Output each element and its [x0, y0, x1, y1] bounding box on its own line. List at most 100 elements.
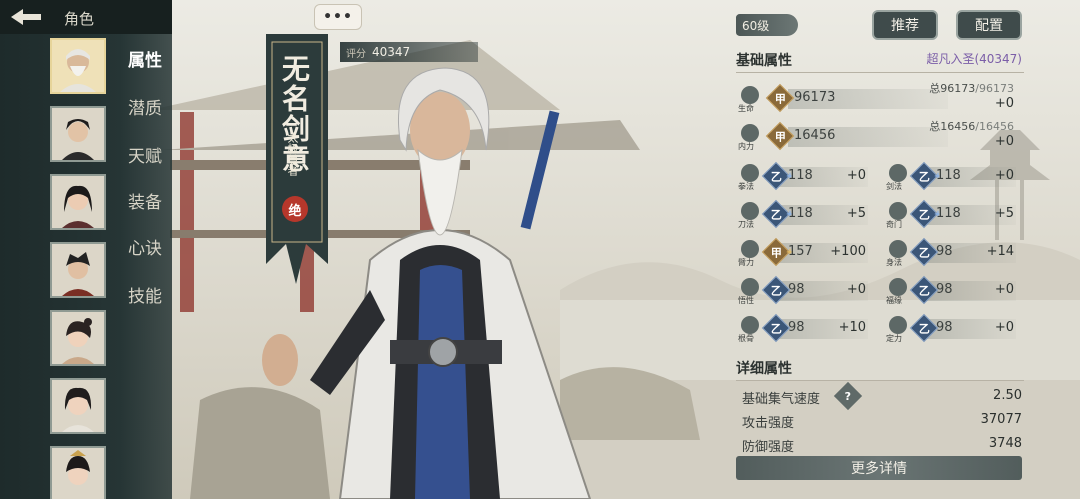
stat-value: 98	[936, 282, 953, 297]
stat-delta: +0	[846, 282, 866, 297]
dingli-icon: 定力	[886, 316, 912, 344]
stat-dingli: 定力 乙 98 +0	[884, 312, 1024, 348]
score-bar: 评分 40347	[340, 42, 478, 62]
detail-name: 攻击强度	[742, 416, 795, 431]
stat-delta: +0	[994, 320, 1014, 335]
bili-icon: 臂力	[738, 240, 764, 268]
score-value: 40347	[372, 45, 411, 59]
neili-total: 总16456/16456	[929, 120, 1014, 133]
basic-attributes-title: 基础属性	[736, 53, 792, 69]
stat-bili: 臂力 甲 + 157 +100	[736, 236, 876, 272]
maiden-portrait-icon	[52, 312, 104, 364]
young-swordsman-portrait-icon	[52, 108, 104, 160]
menu-item-potential[interactable]: 潜质	[128, 94, 162, 119]
stat-value: 118	[788, 168, 813, 183]
stat-delta: +100	[830, 244, 866, 259]
stat-wuxing: 悟性 乙 98 +0	[736, 274, 876, 310]
quanfa-icon: 拳法	[738, 164, 764, 192]
ellipsis-icon: •••	[323, 9, 353, 25]
menu-item-mind-art[interactable]: 心诀	[128, 234, 162, 259]
lady-portrait-icon	[52, 380, 104, 432]
jianfa-icon: 剑法	[886, 164, 912, 192]
female-swordswoman-portrait-icon	[52, 176, 104, 228]
portrait-young-swordsman[interactable]	[50, 106, 106, 162]
detail-value: 2.50	[993, 388, 1022, 403]
stat-quanfa: 拳法 乙 + 118 +0	[736, 160, 876, 196]
neili-row: 内力 甲 16456 总16456/16456 +0	[736, 120, 1024, 156]
attribute-panel: 60级 推荐 配置 基础属性 超凡入圣(40347) 生命 甲 96173 总9…	[732, 10, 1032, 495]
detail-value: 37077	[980, 412, 1022, 427]
qimen-icon: 奇门	[886, 202, 912, 230]
old-master-portrait-icon	[52, 40, 104, 92]
stat-daofa: 刀法 乙 + 118 +5	[736, 198, 876, 234]
menu-item-attributes[interactable]: 属性	[128, 46, 162, 71]
detail-row-charge-speed: 基础集气速度 ? 2.50	[742, 381, 1022, 411]
stat-fuyuan: 福缘 乙 98 +0	[884, 274, 1024, 310]
name-banner-text: 无名剑意 太极尊者 绝	[266, 34, 328, 284]
portrait-lady[interactable]	[50, 378, 106, 434]
princess-portrait-icon	[52, 448, 104, 499]
shenfa-icon: 身法	[886, 240, 912, 268]
detail-attributes-title: 详细属性	[736, 361, 792, 377]
stat-value: 118	[788, 206, 813, 221]
help-icon[interactable]: ?	[833, 381, 863, 411]
portrait-princess[interactable]	[50, 446, 106, 499]
portrait-female-swordswoman[interactable]	[50, 174, 106, 230]
portrait-young-fighter[interactable]	[50, 242, 106, 298]
menu-item-talent[interactable]: 天赋	[128, 142, 162, 167]
stat-qimen: 奇门 乙 + 118 +5	[884, 198, 1024, 234]
screen-title: 角色	[64, 10, 95, 28]
stat-delta: +14	[986, 244, 1014, 259]
stat-delta: +10	[838, 320, 866, 335]
tier-badge: 绝	[282, 196, 308, 222]
portrait-maiden[interactable]	[50, 310, 106, 366]
level-badge: 60级	[736, 14, 798, 36]
hp-row: 生命 甲 96173 总96173/96173 +0	[736, 82, 1024, 118]
young-fighter-portrait-icon	[52, 244, 104, 296]
stat-value: 98	[936, 320, 953, 335]
score-label: 评分	[346, 48, 366, 60]
hp-icon: 生命	[738, 86, 764, 114]
character-title: 太极尊者	[286, 132, 299, 176]
detail-value: 3748	[988, 436, 1022, 451]
stat-jianfa: 剑法 乙 + 118 +0	[884, 160, 1024, 196]
more-details-button[interactable]: 更多详情	[736, 456, 1022, 480]
stat-shenfa: 身法 乙 98 +14	[884, 236, 1024, 272]
fuyuan-icon: 福缘	[886, 278, 912, 306]
neili-value: 16456	[794, 128, 836, 143]
detail-name: 防御强度	[742, 440, 795, 455]
realm-label: 超凡入圣(40347)	[926, 52, 1022, 66]
detail-row-attack: 攻击强度 37077	[742, 410, 1022, 432]
hp-total: 总96173/96173	[929, 82, 1014, 95]
stat-value: 118	[936, 206, 961, 221]
top-bar: 角色	[0, 0, 172, 34]
config-button[interactable]: 配置	[956, 10, 1022, 40]
menu-item-equipment[interactable]: 装备	[128, 188, 162, 213]
stat-value: 98	[936, 244, 953, 259]
stat-value: 98	[788, 282, 805, 297]
divider	[736, 72, 1024, 73]
stat-value: 157	[788, 244, 813, 259]
menu-item-skills[interactable]: 技能	[128, 282, 162, 307]
recommend-button[interactable]: 推荐	[872, 10, 938, 40]
stat-delta: +0	[846, 168, 866, 183]
hp-delta: +0	[994, 96, 1014, 111]
stat-value: 98	[788, 320, 805, 335]
hp-value: 96173	[794, 90, 836, 105]
back-button[interactable]	[6, 4, 46, 30]
level-text: 60级	[742, 18, 770, 33]
more-options-button[interactable]: •••	[314, 4, 362, 30]
neili-icon: 内力	[738, 124, 764, 152]
stat-delta: +5	[846, 206, 866, 221]
back-arrow-icon	[11, 9, 41, 25]
portrait-old-master[interactable]	[50, 38, 106, 94]
detail-row-defense: 防御强度 3748	[742, 434, 1022, 456]
stat-delta: +0	[994, 282, 1014, 297]
stat-delta: +0	[994, 168, 1014, 183]
neili-delta: +0	[994, 134, 1014, 149]
stat-delta: +5	[994, 206, 1014, 221]
stat-gengu: 根骨 乙 98 +10	[736, 312, 876, 348]
daofa-icon: 刀法	[738, 202, 764, 230]
detail-name: 基础集气速度	[742, 392, 821, 407]
gengu-icon: 根骨	[738, 316, 764, 344]
